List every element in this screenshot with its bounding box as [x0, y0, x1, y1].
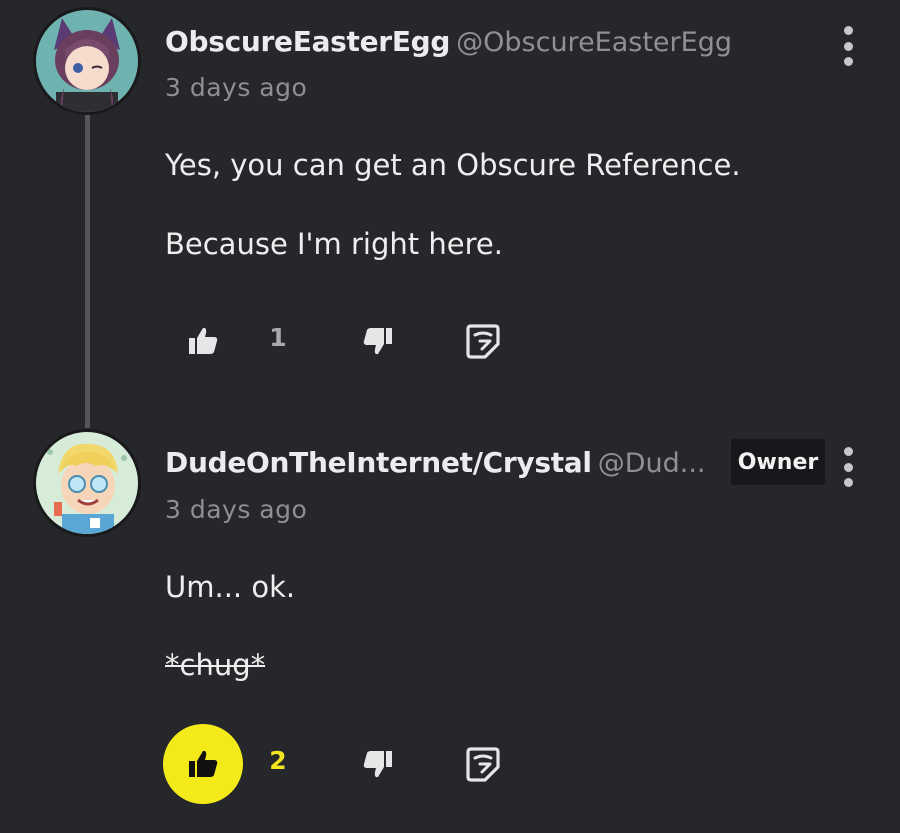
comment-paragraph: Because I'm right here. — [165, 227, 503, 261]
like-count: 1 — [269, 323, 287, 352]
like-button[interactable] — [163, 301, 243, 381]
thumbs-down-icon — [363, 328, 392, 355]
comment-paragraph: Yes, you can get an Obscure Reference. — [165, 148, 741, 182]
reply-icon — [466, 324, 500, 359]
author-line: ObscureEasterEgg @ObscureEasterEgg — [165, 24, 732, 61]
comment-paragraph-strikethrough: *chug* — [165, 648, 266, 682]
reply-button[interactable] — [443, 724, 523, 804]
reply-icon — [466, 747, 500, 782]
owner-badge: Owner — [731, 439, 825, 485]
dislike-button[interactable] — [338, 724, 418, 804]
avatar[interactable] — [36, 10, 138, 112]
comment-actions: 2 — [0, 724, 900, 804]
comment-actions: 1 — [0, 301, 900, 381]
like-count: 2 — [269, 746, 287, 775]
username[interactable]: ObscureEasterEgg — [165, 25, 450, 58]
author-line: DudeOnTheInternet/Crystal @Dud... — [165, 445, 706, 482]
comment-paragraph: Um... ok. — [165, 570, 296, 604]
dislike-button[interactable] — [338, 301, 418, 381]
thumbs-up-icon — [189, 327, 218, 354]
reply-button[interactable] — [443, 301, 523, 381]
like-button[interactable] — [163, 724, 243, 804]
timestamp: 3 days ago — [165, 73, 308, 102]
thumbs-up-icon — [189, 750, 218, 777]
user-handle[interactable]: @Dud... — [598, 448, 706, 479]
more-vertical-icon[interactable] — [836, 447, 860, 487]
more-vertical-icon[interactable] — [836, 26, 860, 66]
thumbs-down-icon — [363, 751, 392, 778]
avatar[interactable] — [36, 432, 138, 534]
timestamp: 3 days ago — [165, 495, 308, 524]
username[interactable]: DudeOnTheInternet/Crystal — [165, 446, 592, 479]
user-handle[interactable]: @ObscureEasterEgg — [456, 27, 732, 58]
